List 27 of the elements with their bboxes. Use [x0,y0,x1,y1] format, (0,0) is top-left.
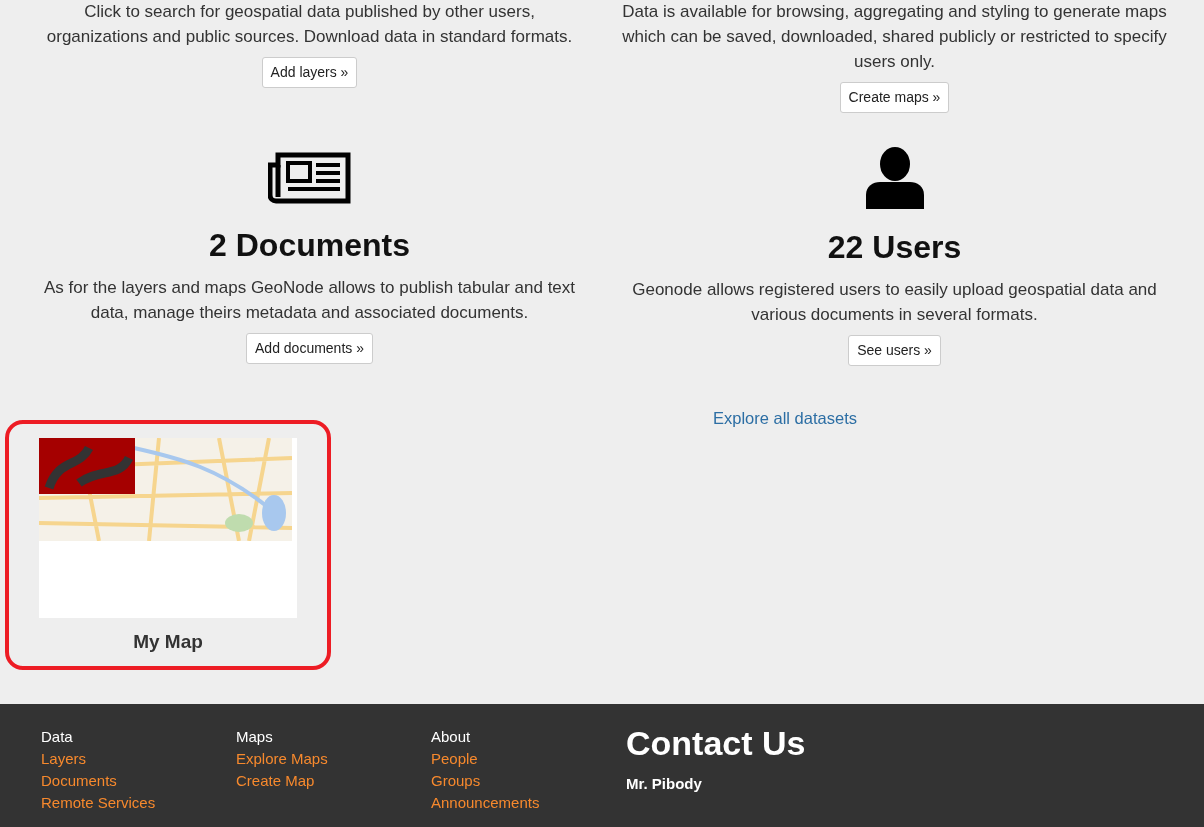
footer-heading: About [431,727,472,747]
footer-link[interactable]: Documents [41,770,236,792]
footer-link[interactable]: People [431,748,626,770]
section-description: Click to search for geospatial data published by other users, organizations and public sources. Download data in standard formats. [45,1,574,48]
footer-link[interactable]: Groups [431,770,626,792]
section-title: 22 Users [826,228,963,267]
explore-link[interactable]: Explore all datasets [713,409,857,427]
footer-link[interactable]: Create Map [236,770,431,792]
footer-heading: Data [41,727,74,747]
section-title: 2 Documents [208,226,411,265]
map-card[interactable]: My Map [5,419,331,670]
footer-link[interactable]: Explore Maps [236,748,431,770]
action-button[interactable]: Create maps » [839,82,950,113]
card-title: My Map [132,629,204,654]
section-description: Data is available for browsing, aggregating and styling to generate maps which can be saved, downloaded, shared publicly or restricted to specify users only. [622,1,1167,73]
action-button[interactable]: See users » [848,335,941,366]
footer-heading: Maps [236,727,274,747]
footer-link[interactable]: Announcements [431,792,626,814]
footer-link[interactable]: Remote Services [41,792,236,814]
contact-name: Mr. Pibody [626,774,703,794]
section-description: Geonode allows registered users to easily upload geospatial data and various documents in several formats. [631,279,1158,326]
action-button[interactable]: Add documents » [246,333,373,364]
footer-link[interactable]: Layers [41,748,236,770]
action-button[interactable]: Add layers » [261,57,358,88]
contact-title: Contact Us [626,723,806,764]
user-icon [865,147,924,209]
section-description: As for the layers and maps GeoNode allows to publish tabular and text data, manage theirs metadata and associated documents. [42,277,577,324]
